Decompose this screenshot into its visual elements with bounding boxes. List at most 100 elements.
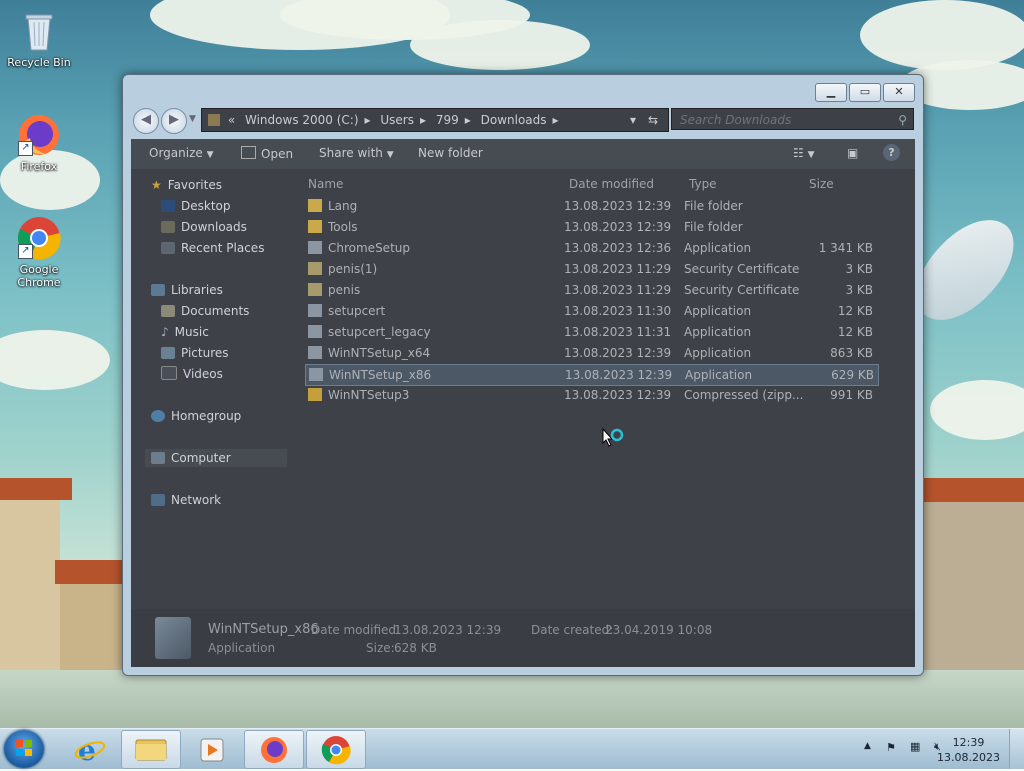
title-bar[interactable]: ▁ ▭ ✕ — [123, 75, 923, 105]
share-with-button[interactable]: Share with ▼ — [319, 146, 394, 160]
details-file-type: Application — [208, 641, 276, 655]
nav-recent-places[interactable]: Recent Places — [161, 239, 264, 257]
file-type-cell: Application — [684, 241, 752, 255]
breadcrumb-users[interactable]: Users — [380, 113, 414, 127]
file-row[interactable]: WinNTSetup_x64 13.08.2023 12:39 Applicatio… — [305, 343, 877, 363]
file-type-cell: File folder — [684, 199, 743, 213]
file-name-cell: setupcert_legacy — [308, 322, 431, 342]
open-button[interactable]: Open — [241, 146, 293, 161]
file-row[interactable]: setupcert_legacy 13.08.2023 11:31 Applicat… — [305, 322, 877, 342]
breadcrumb-separator-icon[interactable]: ▸ — [420, 113, 426, 127]
desktop-icon-firefox[interactable]: ↗ Firefox — [1, 112, 77, 173]
nav-desktop[interactable]: Desktop — [161, 197, 231, 215]
nav-label: Computer — [171, 451, 231, 465]
file-name-cell: penis — [308, 280, 360, 300]
recent-pages-dropdown[interactable]: ▼ — [189, 114, 196, 124]
help-button[interactable]: ? — [883, 144, 900, 161]
file-name-cell: ChromeSetup — [308, 238, 410, 258]
back-button[interactable]: ◀ — [133, 108, 159, 134]
nav-pictures[interactable]: Pictures — [161, 344, 229, 362]
explorer-window[interactable]: ▁ ▭ ✕ ◀ ▶ ▼ « Windows 2000 (C:) ▸ Users ▸ … — [122, 74, 924, 676]
computer-icon — [151, 452, 165, 464]
network-status-icon[interactable]: ▦ — [910, 740, 920, 753]
maximize-icon: ▭ — [859, 85, 871, 98]
application-icon — [308, 325, 322, 338]
nav-libraries[interactable]: Libraries — [151, 281, 223, 299]
taskbar-chrome[interactable] — [306, 730, 366, 769]
minimize-button[interactable]: ▁ — [815, 83, 847, 102]
nav-label: Music — [174, 325, 209, 339]
file-name: WinNTSetup3 — [328, 388, 410, 402]
file-row[interactable]: penis 13.08.2023 11:29 Security Certificat… — [305, 280, 877, 300]
nav-documents[interactable]: Documents — [161, 302, 249, 320]
organize-label: Organize — [149, 146, 203, 160]
breadcrumb-separator-icon[interactable]: ▸ — [465, 113, 471, 127]
organize-button[interactable]: Organize ▼ — [149, 146, 214, 160]
chevron-up-icon: ▲ — [864, 741, 871, 751]
file-row[interactable]: ChromeSetup 13.08.2023 12:36 Application 1 … — [305, 238, 877, 258]
chrome-icon — [321, 736, 351, 765]
preview-pane-button[interactable]: ▣ — [847, 146, 858, 160]
nav-label: Videos — [183, 367, 223, 381]
pictures-icon — [161, 347, 175, 359]
search-box[interactable]: Search Downloads ⚲ — [671, 108, 914, 130]
change-view-button[interactable]: ☷ ▼ — [793, 146, 815, 160]
ground — [0, 670, 1024, 728]
desktop-icon-google-chrome[interactable]: ↗ Google Chrome — [1, 215, 77, 289]
file-row[interactable]: Tools 13.08.2023 12:39 File folder — [305, 217, 877, 237]
media-player-icon — [200, 738, 224, 762]
breadcrumb-user-folder[interactable]: 799 — [436, 113, 459, 127]
file-row[interactable]: setupcert 13.08.2023 11:30 Application 12 K… — [305, 301, 877, 321]
clock[interactable]: 12:39 13.08.2023 — [937, 735, 1000, 765]
new-folder-button[interactable]: New folder — [418, 146, 483, 160]
search-icon[interactable]: ⚲ — [898, 109, 907, 131]
show-desktop-button[interactable] — [1009, 729, 1024, 769]
breadcrumb-drive[interactable]: Windows 2000 (C:) — [245, 113, 359, 127]
file-name: penis — [328, 283, 361, 297]
nav-favorites[interactable]: ★ Favorites — [151, 176, 222, 194]
start-button[interactable] — [4, 730, 44, 768]
address-bar[interactable]: « Windows 2000 (C:) ▸ Users ▸ 799 ▸ Downloa… — [201, 108, 669, 132]
breadcrumb-separator-icon[interactable]: ▸ — [365, 113, 371, 127]
file-row[interactable]: WinNTSetup_x86 13.08.2023 12:39 Applicatio… — [305, 364, 879, 386]
column-header-type[interactable]: Type — [689, 177, 717, 191]
file-row[interactable]: Lang 13.08.2023 12:39 File folder — [305, 196, 877, 216]
nav-downloads[interactable]: Downloads — [161, 218, 247, 236]
taskbar-firefox[interactable] — [244, 730, 304, 769]
close-button[interactable]: ✕ — [883, 83, 915, 102]
file-row[interactable]: penis(1) 13.08.2023 11:29 Security Certifi… — [305, 259, 877, 279]
column-header-name[interactable]: Name — [308, 177, 343, 191]
chevron-down-icon: ▼ — [206, 150, 214, 160]
file-row[interactable]: WinNTSetup3 13.08.2023 12:39 Compressed (z… — [305, 385, 877, 405]
desktop-icon-recycle-bin[interactable]: Recycle Bin — [1, 8, 77, 69]
taskbar-internet-explorer[interactable]: e — [60, 730, 120, 769]
taskbar-media-player[interactable] — [182, 730, 242, 769]
address-dropdown-icon[interactable]: ▾ — [630, 109, 636, 131]
nav-computer[interactable]: Computer — [145, 449, 287, 467]
maximize-button[interactable]: ▭ — [849, 83, 881, 102]
nav-music[interactable]: ♪ Music — [161, 323, 209, 341]
nav-videos[interactable]: Videos — [161, 365, 223, 383]
forward-button[interactable]: ▶ — [161, 108, 187, 134]
column-header-size[interactable]: Size — [809, 177, 834, 191]
nav-network[interactable]: Network — [151, 491, 221, 509]
internet-explorer-icon: e — [74, 734, 106, 767]
file-name: WinNTSetup_x64 — [328, 346, 431, 360]
action-center-icon[interactable]: ⚑ — [886, 741, 896, 754]
address-overflow-chevron[interactable]: « — [228, 113, 235, 127]
nav-homegroup[interactable]: Homegroup — [151, 407, 241, 425]
details-date-modified: 13.08.2023 12:39 — [394, 623, 502, 637]
file-name-cell: WinNTSetup_x64 — [308, 343, 430, 363]
show-hidden-icons-button[interactable]: ▲ — [864, 741, 871, 751]
refresh-icon[interactable]: ⇆ — [648, 109, 658, 131]
taskbar-explorer[interactable] — [121, 730, 181, 769]
file-size-cell: 629 KB — [831, 368, 874, 382]
details-date-created-label: Date created: — [531, 623, 614, 637]
breadcrumb-downloads[interactable]: Downloads — [481, 113, 547, 127]
recent-places-icon — [161, 242, 175, 254]
column-header-date-modified[interactable]: Date modified — [569, 177, 654, 191]
breadcrumb-separator-icon[interactable]: ▸ — [553, 113, 559, 127]
application-icon — [308, 241, 322, 254]
details-pane: WinNTSetup_x86 Application Date modified… — [131, 609, 915, 667]
content-area: ★ Favorites Desktop Downloads Recent Plac… — [131, 169, 915, 609]
